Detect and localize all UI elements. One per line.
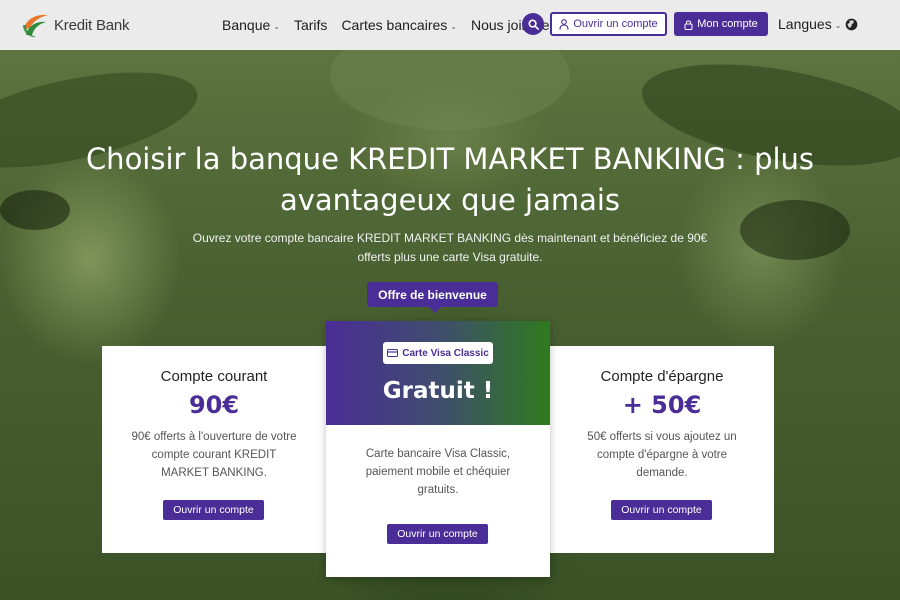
card-description: 90€ offerts à l'ouverture de votre compt…: [131, 431, 297, 479]
welcome-offer-badge: Offre de bienvenue: [367, 282, 498, 313]
card-description: Carte bancaire Visa Classic, paiement mo…: [365, 448, 511, 496]
main-menu: Banque ⌄ Tarifs Cartes bancaires ⌄ Nous …: [222, 0, 564, 50]
open-account-button[interactable]: Ouvrir un compte: [550, 12, 667, 36]
search-icon: [527, 18, 539, 30]
globe-icon[interactable]: [845, 18, 858, 31]
nav-item-label: Tarifs: [293, 17, 328, 33]
hero-banner: Choisir la banque KREDIT MARKET BANKING …: [0, 50, 900, 600]
open-account-button-courant[interactable]: Ouvrir un compte: [163, 500, 264, 520]
nav-item-label: Cartes bancaires: [341, 17, 448, 33]
card-visa-header: Carte Visa Classic Gratuit !: [326, 321, 550, 425]
nav-item-tarifs[interactable]: Tarifs: [294, 17, 327, 33]
lock-icon: [684, 20, 693, 30]
card-headline: Gratuit !: [382, 378, 494, 404]
card-title: Compte courant: [160, 368, 268, 385]
visa-classic-badge: Carte Visa Classic: [383, 342, 493, 364]
search-button[interactable]: [522, 13, 544, 35]
card-amount: 90€: [188, 391, 240, 419]
open-account-button-epargne[interactable]: Ouvrir un compte: [611, 500, 712, 520]
card-title: Compte d'épargne: [600, 368, 724, 385]
hero-title: Choisir la banque KREDIT MARKET BANKING …: [85, 142, 815, 217]
hero-photo-overlay: [330, 50, 570, 130]
logo-icon: [23, 14, 48, 38]
nav-item-banque[interactable]: Banque ⌄: [222, 17, 280, 33]
chevron-down-icon: ⌄: [450, 21, 457, 31]
brand-logo[interactable]: Kredit Bank: [20, 11, 130, 39]
user-icon: [559, 18, 569, 30]
open-account-button-visa[interactable]: Ouvrir un compte: [387, 524, 488, 544]
languages-label: Langues: [778, 16, 832, 32]
credit-card-icon: [387, 349, 399, 357]
chevron-down-icon: ⌄: [273, 21, 280, 31]
hero-subtitle: Ouvrez votre compte bancaire KREDIT MARK…: [192, 231, 708, 264]
card-compte-courant: Compte courant 90€ 90€ offerts à l'ouver…: [102, 346, 326, 553]
card-compte-epargne: Compte d'épargne + 50€ 50€ offerts si vo…: [550, 346, 774, 553]
my-account-label: Mon compte: [697, 18, 758, 30]
brand-name: Kredit Bank: [54, 16, 130, 34]
top-navbar: Kredit Bank Banque ⌄ Tarifs Cartes banca…: [0, 0, 900, 50]
my-account-button[interactable]: Mon compte: [674, 12, 768, 36]
nav-item-cartes-bancaires[interactable]: Cartes bancaires ⌄: [341, 17, 457, 33]
card-visa-classic: Carte Visa Classic Gratuit ! Carte banca…: [326, 321, 550, 577]
card-amount: + 50€: [622, 391, 702, 419]
open-account-label: Ouvrir un compte: [573, 18, 658, 30]
card-description: 50€ offerts si vous ajoutez un compte d'…: [587, 431, 737, 479]
chevron-down-icon: ⌄: [834, 20, 842, 30]
visa-badge-label: Carte Visa Classic: [402, 347, 489, 359]
languages-dropdown[interactable]: Langues ⌄: [778, 16, 841, 32]
nav-item-label: Banque: [222, 17, 271, 33]
